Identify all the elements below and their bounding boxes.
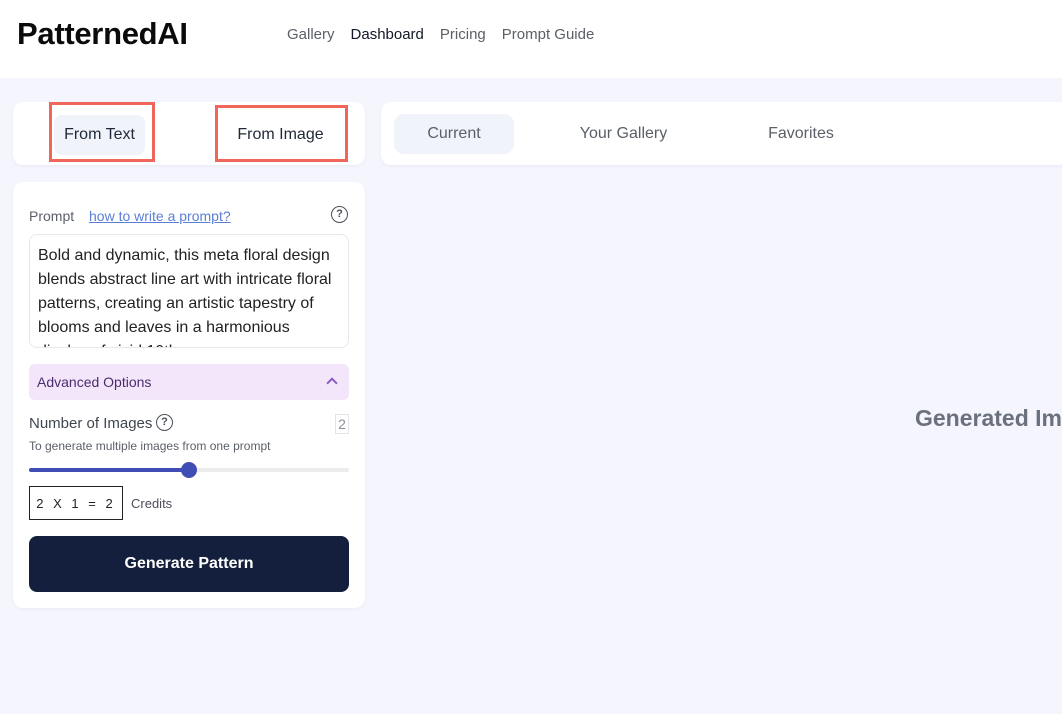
credits-formula: 2 X 1 = 2 bbox=[29, 486, 123, 520]
generated-images-title: Generated Images bbox=[915, 405, 1062, 431]
number-of-images-slider[interactable] bbox=[29, 462, 349, 478]
credits-label: Credits bbox=[131, 496, 173, 511]
advanced-options-toggle[interactable]: Advanced Options bbox=[29, 364, 349, 400]
logo[interactable]: PatternedAI bbox=[17, 16, 188, 52]
nav-dashboard[interactable]: Dashboard bbox=[351, 26, 424, 43]
tab-favorites[interactable]: Favorites bbox=[751, 114, 851, 154]
tab-your-gallery[interactable]: Your Gallery bbox=[561, 114, 686, 154]
nav-prompt-guide[interactable]: Prompt Guide bbox=[502, 26, 595, 43]
advanced-options-label: Advanced Options bbox=[37, 374, 152, 390]
mode-selector: From Text From Image bbox=[13, 102, 365, 165]
prompt-input[interactable]: Bold and dynamic, this meta floral desig… bbox=[29, 234, 349, 348]
top-navbar: PatternedAI Gallery Dashboard Pricing Pr… bbox=[0, 0, 1062, 78]
generate-pattern-button[interactable]: Generate Pattern bbox=[29, 536, 349, 592]
from-text-button[interactable]: From Text bbox=[54, 115, 145, 155]
nav-gallery[interactable]: Gallery bbox=[287, 26, 335, 43]
generation-form: Prompt how to write a prompt? ? Bold and… bbox=[13, 182, 365, 608]
tab-current[interactable]: Current bbox=[394, 114, 514, 154]
nav-pricing[interactable]: Pricing bbox=[440, 26, 486, 43]
number-of-images-hint: To generate multiple images from one pro… bbox=[29, 439, 271, 453]
from-image-button[interactable]: From Image bbox=[223, 115, 338, 155]
chevron-up-icon bbox=[326, 377, 338, 389]
slider-fill bbox=[29, 468, 189, 472]
prompt-help-link[interactable]: how to write a prompt? bbox=[89, 208, 231, 224]
slider-thumb[interactable] bbox=[181, 462, 197, 478]
question-circle-icon[interactable]: ? bbox=[156, 414, 173, 431]
prompt-label: Prompt bbox=[29, 208, 75, 224]
main-nav: Gallery Dashboard Pricing Prompt Guide bbox=[287, 26, 594, 43]
number-of-images-label: Number of Images bbox=[29, 415, 153, 432]
results-tabs: Current Your Gallery Favorites bbox=[381, 102, 1062, 165]
question-circle-icon[interactable]: ? bbox=[331, 206, 348, 223]
number-of-images-value[interactable]: 2 bbox=[335, 414, 349, 434]
